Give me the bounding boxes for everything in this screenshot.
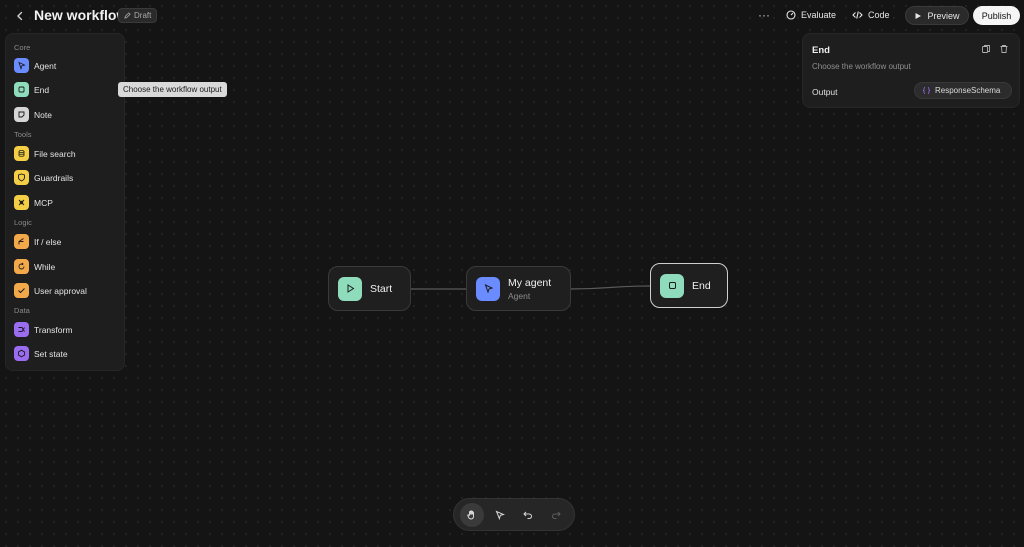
canvas-toolbar: [453, 498, 575, 531]
edge-agent-end: [570, 285, 651, 290]
node-agent-text: My agent Agent: [508, 277, 551, 301]
square-stop-icon: [660, 273, 684, 298]
node-my-agent[interactable]: My agent Agent: [466, 266, 571, 311]
undo-button[interactable]: [516, 503, 540, 527]
pan-tool-button[interactable]: [460, 502, 484, 527]
agent-pointer-icon: [476, 276, 500, 301]
node-end[interactable]: End: [650, 263, 728, 308]
redo-icon: [551, 511, 561, 519]
undo-icon: [523, 511, 533, 519]
play-outline-icon: [338, 276, 362, 301]
node-agent-label: My agent: [508, 276, 552, 289]
node-start[interactable]: Start: [328, 266, 411, 311]
redo-button[interactable]: [544, 503, 568, 527]
select-tool-button[interactable]: [488, 503, 512, 527]
node-start-label: Start: [370, 282, 393, 295]
node-end-label: End: [692, 279, 711, 292]
node-agent-sublabel: Agent: [508, 290, 531, 301]
pan-hand-icon: [467, 509, 474, 519]
select-pointer-icon: [495, 510, 505, 520]
